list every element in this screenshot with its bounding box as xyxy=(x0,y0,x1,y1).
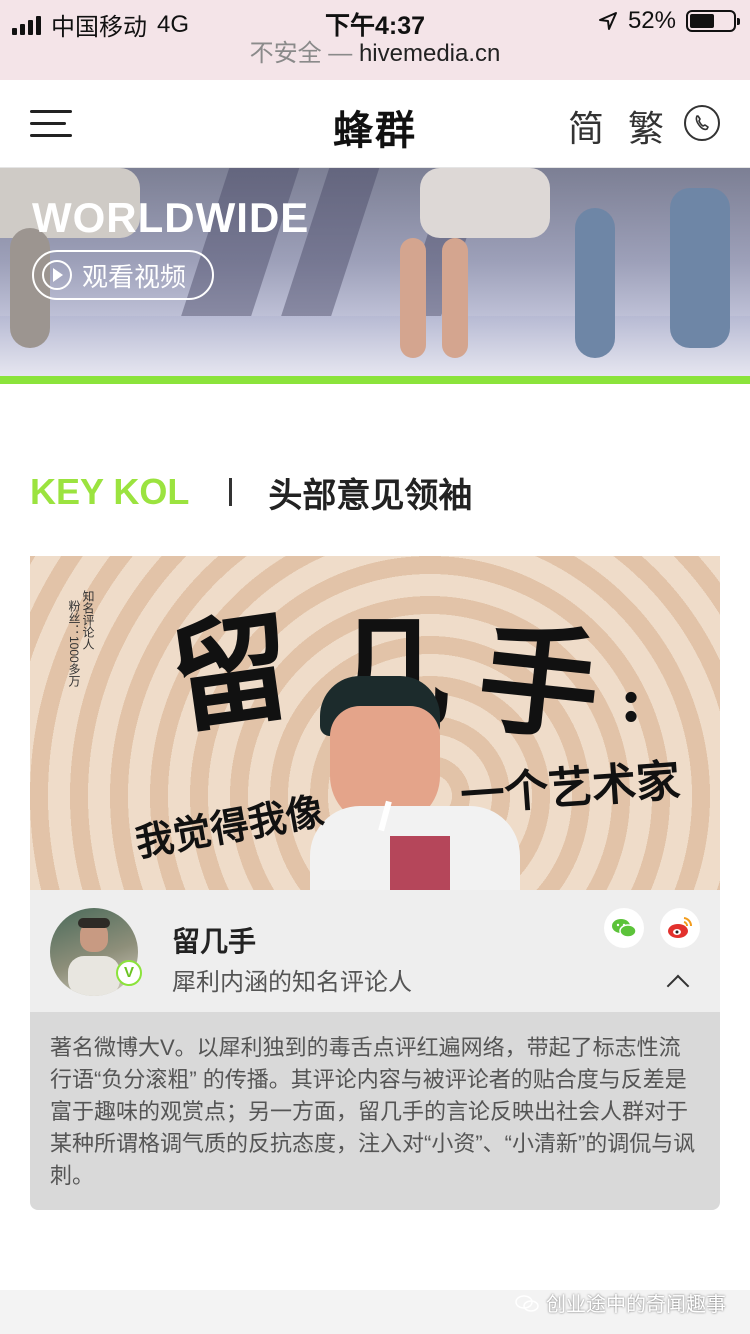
status-bar: 中国移动 4G 下午4:37 52% xyxy=(0,0,750,41)
watermark: 创业途中的奇闻趣事 xyxy=(514,1288,726,1317)
kol-info: V 留几手 犀利内涵的知名评论人 xyxy=(30,890,720,1012)
accent-divider xyxy=(0,376,750,384)
poster-side-note-2: 粉丝：1000多万 xyxy=(67,600,81,687)
url-host: hivemedia.cn xyxy=(358,40,501,67)
poster-subtitle: 一个艺术家 xyxy=(458,755,682,822)
banner-title: WORLDWIDE xyxy=(32,194,310,241)
kol-bio: 著名微博大V。以犀利独到的毒舌点评红遍网络，带起了标志性流行语“负分滚粗” 的传… xyxy=(30,1012,720,1210)
verified-badge: V xyxy=(116,960,142,986)
wechat-icon[interactable] xyxy=(604,908,644,948)
kol-description: 犀利内涵的知名评论人 xyxy=(172,969,412,996)
poster-char-3: 手 xyxy=(471,607,606,760)
section-title-en: KEY KOL xyxy=(30,471,190,512)
url-bar[interactable]: 不安全 — hivemedia.cn xyxy=(0,40,750,80)
phone-icon[interactable] xyxy=(684,105,720,141)
lang-simplified-button[interactable]: 简 xyxy=(568,100,604,152)
site-header: 蜂群 简 繁 xyxy=(0,80,750,168)
wechat-watermark-icon xyxy=(515,1294,539,1312)
lang-traditional-button[interactable]: 繁 xyxy=(628,100,664,152)
section-separator xyxy=(229,478,233,506)
section-heading: KEY KOL 头部意见领袖 xyxy=(30,470,473,515)
kol-name: 留几手 xyxy=(172,926,257,957)
hero-banner: WORLDWIDE 观看视频 xyxy=(0,168,750,376)
poster-char-1: 留 xyxy=(162,595,301,752)
battery-icon xyxy=(686,10,740,32)
collapse-chevron-up-icon[interactable] xyxy=(666,974,690,998)
status-right: 52% xyxy=(598,7,740,35)
weibo-icon[interactable] xyxy=(660,908,700,948)
poster-colon: : xyxy=(620,666,643,736)
verified-v-icon: V xyxy=(116,960,142,986)
kol-poster-image: 知名评论人 粉丝：1000多万 留 几 手 : 一个艺术家 我觉得我像 xyxy=(30,556,720,890)
poster-tagline: 我觉得我像 xyxy=(132,787,328,866)
play-icon xyxy=(42,260,72,290)
battery-percent: 52% xyxy=(627,7,676,34)
location-arrow-icon xyxy=(598,12,617,30)
watch-video-label: 观看视频 xyxy=(82,261,187,292)
watermark-text: 创业途中的奇闻趣事 xyxy=(546,1294,726,1316)
kol-card: 知名评论人 粉丝：1000多万 留 几 手 : 一个艺术家 我觉得我像 V 留几… xyxy=(30,556,720,1210)
section-title-cn: 头部意见领袖 xyxy=(268,476,473,515)
watch-video-button[interactable]: 观看视频 xyxy=(32,250,214,300)
security-indicator: 不安全 — xyxy=(249,40,353,67)
